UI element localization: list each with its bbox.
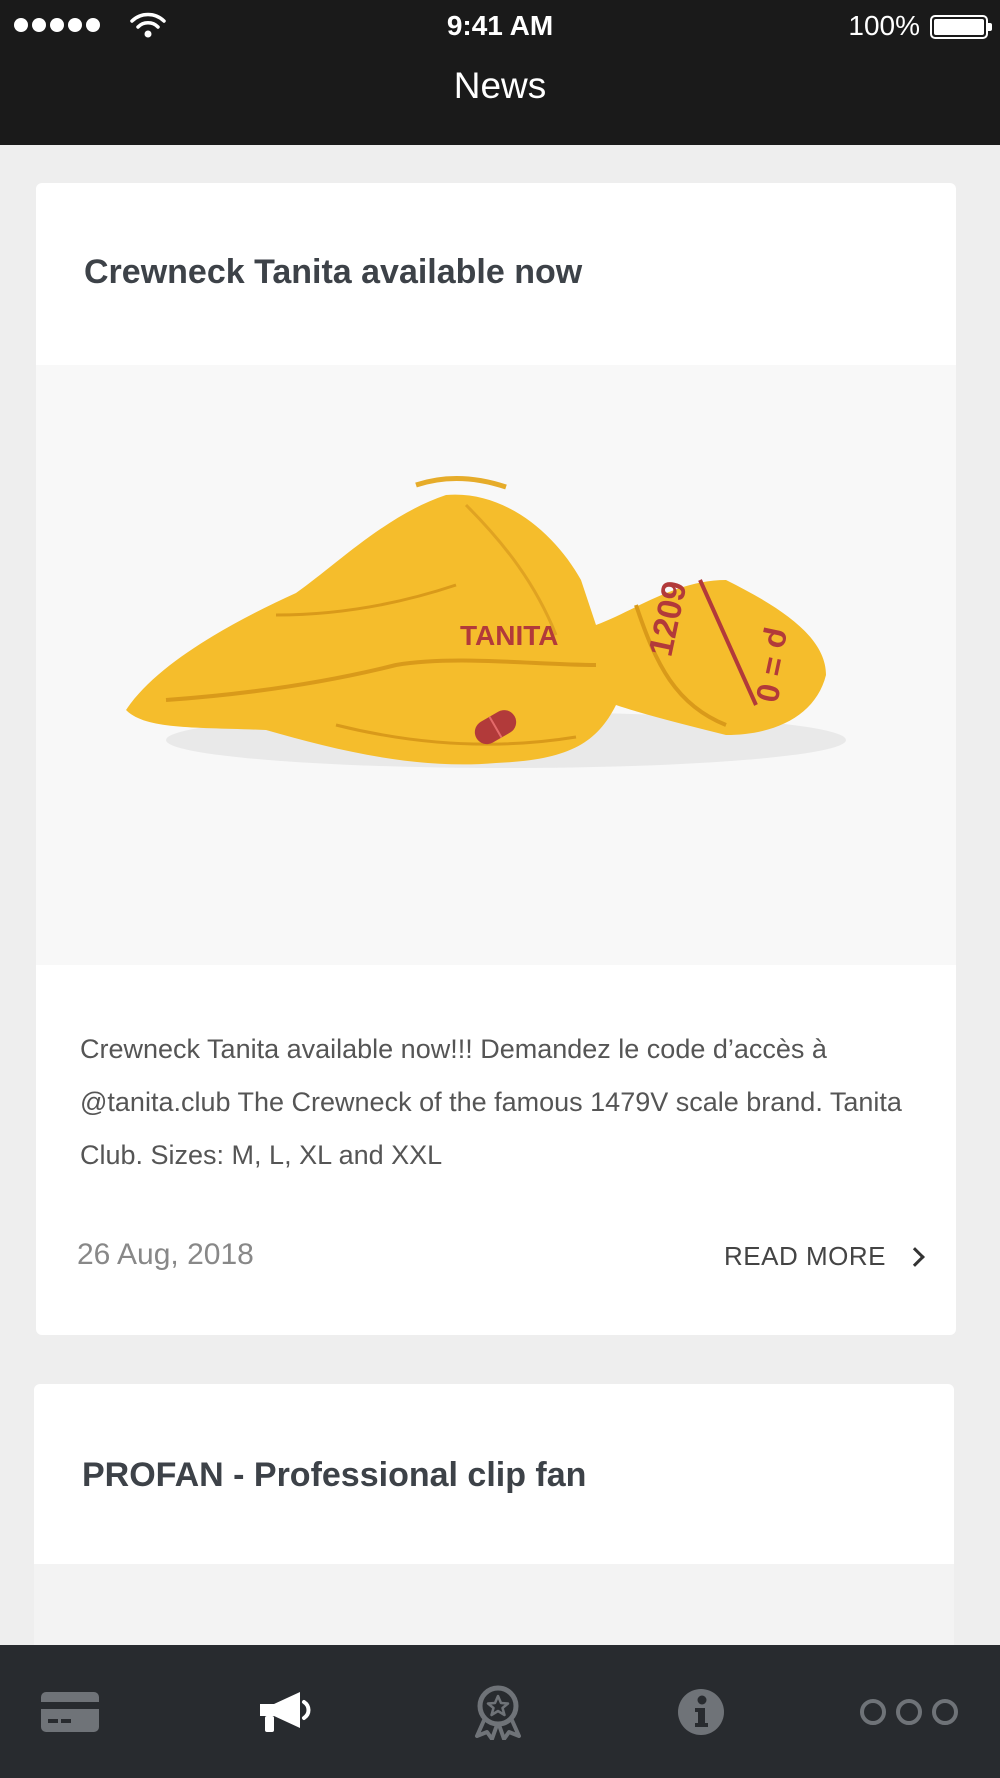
megaphone-icon bbox=[260, 1691, 311, 1732]
tab-more[interactable] bbox=[809, 1645, 1000, 1778]
read-more-label: READ MORE bbox=[724, 1241, 886, 1271]
tanita-print: TANITA bbox=[460, 620, 559, 651]
chevron-right-icon bbox=[905, 1246, 925, 1267]
news-card-image[interactable]: 1209 ρ = 0 TANITA bbox=[36, 365, 956, 965]
page-title: News bbox=[453, 65, 547, 106]
news-card-title[interactable]: Crewneck Tanita available now bbox=[84, 253, 582, 292]
news-card-date: 26 Aug, 2018 bbox=[77, 1238, 254, 1271]
news-card[interactable]: Crewneck Tanita available now 1209 ρ = 0… bbox=[36, 183, 956, 1335]
battery-percentage: 100% bbox=[848, 10, 920, 41]
tab-card[interactable] bbox=[0, 1645, 170, 1778]
status-bar: 9:41 AM 100% bbox=[0, 0, 1000, 55]
more-icon bbox=[860, 1698, 958, 1725]
tab-info[interactable] bbox=[601, 1645, 801, 1778]
tab-news[interactable] bbox=[184, 1645, 384, 1778]
tab-bar bbox=[0, 1645, 1000, 1778]
tab-awards[interactable] bbox=[398, 1645, 598, 1778]
award-icon bbox=[475, 1685, 521, 1740]
info-icon bbox=[678, 1688, 724, 1735]
header: 9:41 AM 100% News bbox=[0, 0, 1000, 145]
news-card-title[interactable]: PROFAN - Professional clip fan bbox=[82, 1456, 586, 1495]
battery-icon bbox=[930, 15, 992, 39]
yellow-crewneck-sweater-photo: 1209 ρ = 0 TANITA bbox=[126, 476, 846, 768]
read-more-button[interactable]: READ MORE bbox=[724, 1241, 925, 1272]
news-card-excerpt: Crewneck Tanita available now!!! Demande… bbox=[80, 1034, 902, 1170]
card-icon bbox=[41, 1691, 99, 1732]
